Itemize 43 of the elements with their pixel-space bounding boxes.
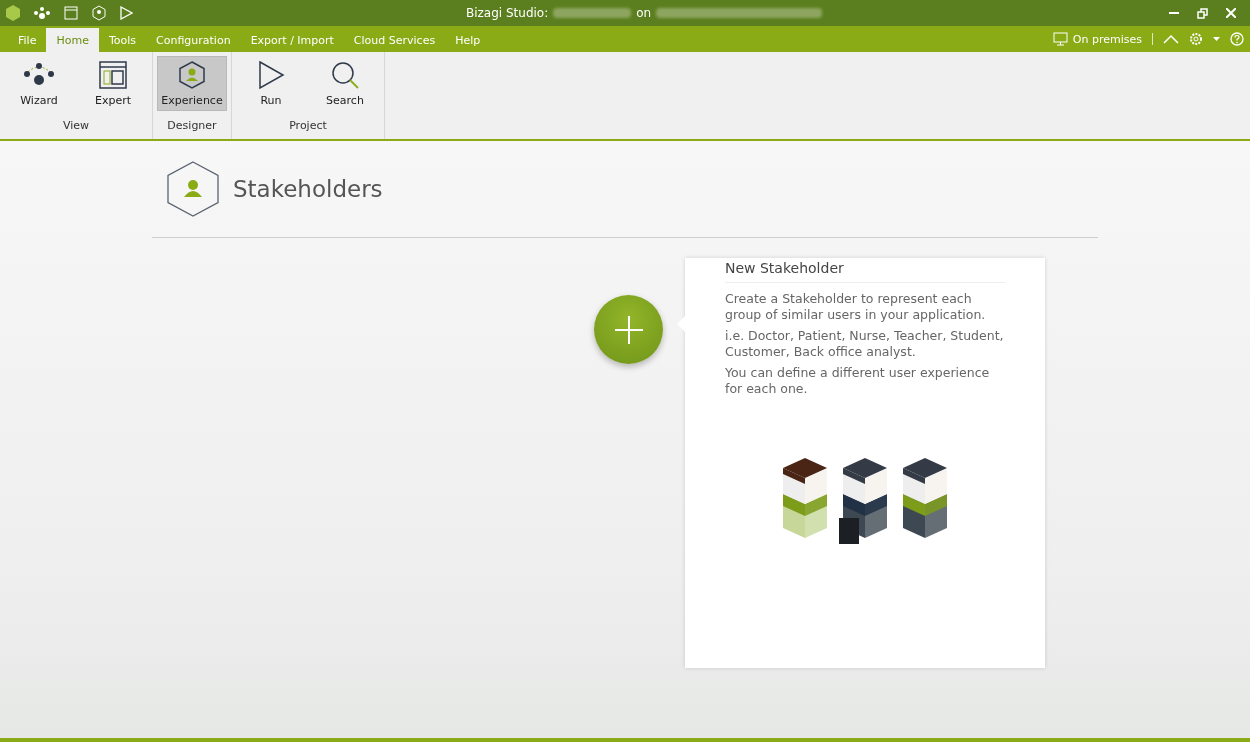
menu-tab[interactable]: File	[8, 28, 47, 52]
user-hexagon-icon	[167, 161, 219, 217]
ribbon-button[interactable]: Expert	[78, 56, 148, 111]
ribbon-group-label: Designer	[166, 119, 218, 134]
monitor-icon	[1052, 32, 1068, 46]
ribbon-group-label: View	[61, 119, 91, 134]
restore-icon[interactable]	[1197, 7, 1208, 19]
user-hexagon-icon	[177, 60, 207, 90]
app-logo-icon	[6, 5, 20, 21]
environment-label[interactable]: On premises	[1072, 32, 1142, 46]
nodes-icon	[22, 60, 56, 88]
help-icon[interactable]	[1230, 32, 1244, 46]
nodes-icon[interactable]	[34, 7, 50, 19]
search-icon	[330, 60, 360, 90]
ribbon-button[interactable]: Wizard	[4, 56, 74, 111]
menu-tab[interactable]: Help	[445, 28, 491, 52]
card-title: New Stakeholder	[725, 260, 1005, 283]
add-stakeholder-button[interactable]	[594, 295, 663, 364]
menu-tab[interactable]: Configuration	[146, 28, 241, 52]
menu-tab[interactable]: Home	[46, 28, 99, 52]
play-icon	[257, 60, 285, 90]
close-icon[interactable]	[1226, 8, 1236, 18]
page-title: Stakeholders	[233, 176, 383, 202]
menu-tab[interactable]: Tools	[98, 28, 146, 52]
menu-tab[interactable]: Export / Import	[240, 28, 344, 52]
settings-icon[interactable]	[1189, 32, 1203, 46]
ribbon-button[interactable]: Run	[236, 56, 306, 111]
card-paragraph: You can define a different user experience for each one.	[725, 365, 991, 397]
dropdown-caret-icon[interactable]	[1213, 37, 1220, 41]
layout-icon	[98, 60, 128, 90]
collapse-caret-icon[interactable]	[1163, 34, 1179, 44]
card-paragraph: Create a Stakeholder to represent each group of similar users in your application.	[725, 291, 987, 323]
window-title: Bizagi Studio:	[466, 6, 549, 20]
plus-icon	[614, 315, 643, 344]
ribbon-button[interactable]: Experience	[157, 56, 227, 111]
ribbon-button[interactable]: Search	[310, 56, 380, 111]
card-paragraph: i.e. Doctor, Patient, Nurse, Teacher, Student, Customer, Back office analyst.	[725, 328, 1005, 360]
user-hexagon-icon[interactable]	[92, 5, 106, 21]
layout-icon[interactable]	[64, 6, 78, 20]
ribbon-group-label: Project	[288, 119, 328, 134]
play-icon[interactable]	[120, 6, 133, 20]
window-title-connector: on	[636, 6, 652, 20]
menu-tab[interactable]: Cloud Services	[343, 28, 446, 52]
